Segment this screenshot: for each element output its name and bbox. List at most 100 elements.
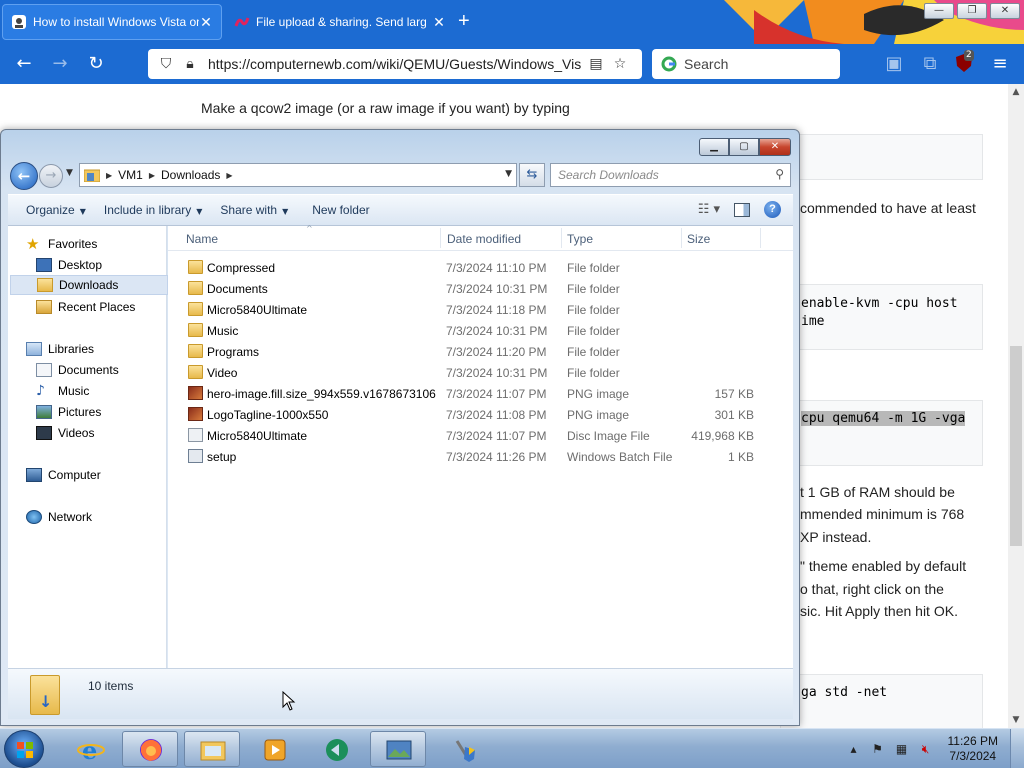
breadcrumb-downloads[interactable]: Downloads <box>161 168 220 182</box>
preview-pane-icon[interactable] <box>734 202 750 217</box>
column-header-name[interactable]: Name <box>186 232 218 246</box>
shield-icon[interactable]: ⛉ <box>156 56 176 72</box>
reader-view-icon[interactable]: ▤ <box>586 56 606 72</box>
nav-item-libraries[interactable]: Libraries <box>26 339 184 359</box>
include-in-library-button[interactable]: Include in library ▼ <box>104 203 203 217</box>
file-row[interactable]: LogoTagline-1000x550 7/3/2024 11:08 PM PNG… <box>168 404 793 425</box>
breadcrumb-arrow-icon[interactable]: ▶ <box>226 171 232 180</box>
search-bar[interactable]: Search <box>652 49 840 79</box>
action-center-flag-icon[interactable]: ⚑ <box>870 742 886 756</box>
column-divider[interactable] <box>561 228 562 248</box>
url-bar[interactable]: ⛉ 🔒︎ https://computernewb.com/wiki/QEMU/… <box>148 49 642 79</box>
address-bar[interactable]: ▶ VM1 ▶ Downloads ▶ ▼ <box>79 163 517 187</box>
taskbar-firefox[interactable] <box>122 731 178 767</box>
help-icon[interactable]: ? <box>764 201 781 218</box>
tab-close-icon[interactable]: ✕ <box>432 14 446 31</box>
column-divider[interactable] <box>440 228 441 248</box>
file-date-modified: 7/3/2024 11:08 PM <box>446 408 547 422</box>
tab-file-upload[interactable]: File upload & sharing. Send larg ✕ <box>226 4 454 40</box>
breadcrumb-vm1[interactable]: VM1 <box>118 168 143 182</box>
file-row[interactable]: hero-image.fill.size_994x559.v1678673106… <box>168 383 793 404</box>
search-placeholder: Search <box>684 56 729 72</box>
start-button[interactable] <box>4 730 44 768</box>
new-folder-button[interactable]: New folder <box>312 203 369 217</box>
change-view-icon[interactable]: ☷ ▾ <box>698 202 720 217</box>
breadcrumb-arrow-icon[interactable]: ▶ <box>106 171 112 180</box>
folder-icon <box>188 365 203 379</box>
file-row[interactable]: Micro5840Ultimate 7/3/2024 11:18 PM File f… <box>168 299 793 320</box>
scroll-down-icon[interactable]: ▼ <box>1008 712 1024 728</box>
file-row[interactable]: Micro5840Ultimate 7/3/2024 11:07 PM Disc I… <box>168 425 793 446</box>
column-divider[interactable] <box>681 228 682 248</box>
show-hidden-icons-icon[interactable]: ▴ <box>846 742 862 756</box>
file-row[interactable]: Documents 7/3/2024 10:31 PM File folder <box>168 278 793 299</box>
hamburger-menu-icon[interactable]: ≡ <box>988 52 1012 76</box>
url-text[interactable]: https://computernewb.com/wiki/QEMU/Guest… <box>208 56 586 72</box>
file-row[interactable]: setup 7/3/2024 11:26 PM Windows Batch File… <box>168 446 793 467</box>
taskbar-media-player[interactable] <box>246 731 302 767</box>
scroll-up-icon[interactable]: ▲ <box>1008 84 1024 100</box>
nav-item-computer[interactable]: Computer <box>26 465 184 485</box>
back-arrow-icon[interactable]: ← <box>12 52 36 76</box>
taskbar-app[interactable] <box>308 731 364 767</box>
search-icon[interactable]: ⚲ <box>775 167 784 181</box>
extension-badge: 2 <box>964 50 974 61</box>
close-button[interactable]: ✕ <box>990 3 1020 19</box>
file-type: File folder <box>567 282 620 296</box>
taskbar-picture-viewer[interactable] <box>370 731 426 767</box>
show-desktop-button[interactable] <box>1010 729 1024 768</box>
mouse-cursor-icon <box>282 691 296 711</box>
file-row[interactable]: Video 7/3/2024 10:31 PM File folder <box>168 362 793 383</box>
forward-arrow-icon[interactable]: → <box>48 52 72 76</box>
breadcrumb-arrow-icon[interactable]: ▶ <box>149 171 155 180</box>
nav-item-downloads[interactable]: Downloads <box>10 275 168 295</box>
restore-button[interactable]: ❐ <box>957 3 987 19</box>
nav-item-favorites[interactable]: ★ Favorites <box>26 234 184 254</box>
organize-button[interactable]: Organize ▼ <box>26 203 86 217</box>
maximize-button[interactable]: ▢ <box>729 138 759 156</box>
tab-windows-vista[interactable]: How to install Windows Vista on ✕ <box>2 4 222 40</box>
folder-icon <box>188 302 203 316</box>
back-arrow-icon[interactable]: ← <box>10 162 38 190</box>
address-history-dropdown-icon[interactable]: ▼ <box>505 169 512 179</box>
taskbar-internet-explorer[interactable]: e <box>62 731 118 767</box>
close-button[interactable]: ✕ <box>759 138 791 156</box>
png-image-icon <box>188 386 203 400</box>
minimize-button[interactable]: ▁ <box>699 138 729 156</box>
taskbar-explorer[interactable] <box>184 731 240 767</box>
recent-pages-dropdown-icon[interactable]: ▼ <box>66 168 73 178</box>
file-row[interactable]: Music 7/3/2024 10:31 PM File folder <box>168 320 793 341</box>
clock[interactable]: 11:26 PM 7/3/2024 <box>948 734 998 764</box>
share-with-button[interactable]: Share with ▼ <box>220 203 288 217</box>
refresh-button[interactable]: ⇆ <box>519 163 545 187</box>
network-status-icon[interactable]: ▦ <box>894 742 910 756</box>
media-player-icon <box>264 739 286 761</box>
forward-arrow-icon[interactable]: → <box>39 164 63 188</box>
column-header-date[interactable]: Date modified <box>447 232 521 246</box>
column-header-size[interactable]: Size <box>687 232 710 246</box>
page-scrollbar[interactable]: ▲ ▼ <box>1008 84 1024 728</box>
batch-file-icon <box>188 449 203 463</box>
new-tab-button[interactable]: + <box>458 10 470 33</box>
taskbar-setup[interactable] <box>436 731 492 767</box>
reload-icon[interactable]: ↻ <box>84 52 108 76</box>
libraries-icon <box>26 342 42 356</box>
file-type: PNG image <box>567 387 630 401</box>
lock-icon[interactable]: 🔒︎ <box>180 56 200 72</box>
file-row[interactable]: Programs 7/3/2024 11:20 PM File folder <box>168 341 793 362</box>
folder-icon <box>188 323 203 337</box>
nav-item-network[interactable]: Network <box>26 507 184 527</box>
tab-close-icon[interactable]: ✕ <box>199 14 213 31</box>
column-divider[interactable] <box>760 228 761 248</box>
minimize-button[interactable]: — <box>924 3 954 19</box>
ublock-icon[interactable]: 2 <box>952 50 976 76</box>
explorer-search-input[interactable]: Search Downloads ⚲ <box>550 163 791 187</box>
scrollbar-thumb[interactable] <box>1010 346 1022 546</box>
volume-muted-icon[interactable]: 🔇︎ <box>918 742 934 757</box>
file-row[interactable]: Compressed 7/3/2024 11:10 PM File folder <box>168 257 793 278</box>
container-icon[interactable]: ▣ <box>882 52 906 76</box>
extension-icon[interactable]: ⧉ <box>918 52 942 76</box>
column-header-type[interactable]: Type <box>567 232 593 246</box>
bookmark-star-icon[interactable]: ☆ <box>610 56 630 72</box>
file-list: Name ^ Date modified Type Size Compresse… <box>168 224 793 668</box>
